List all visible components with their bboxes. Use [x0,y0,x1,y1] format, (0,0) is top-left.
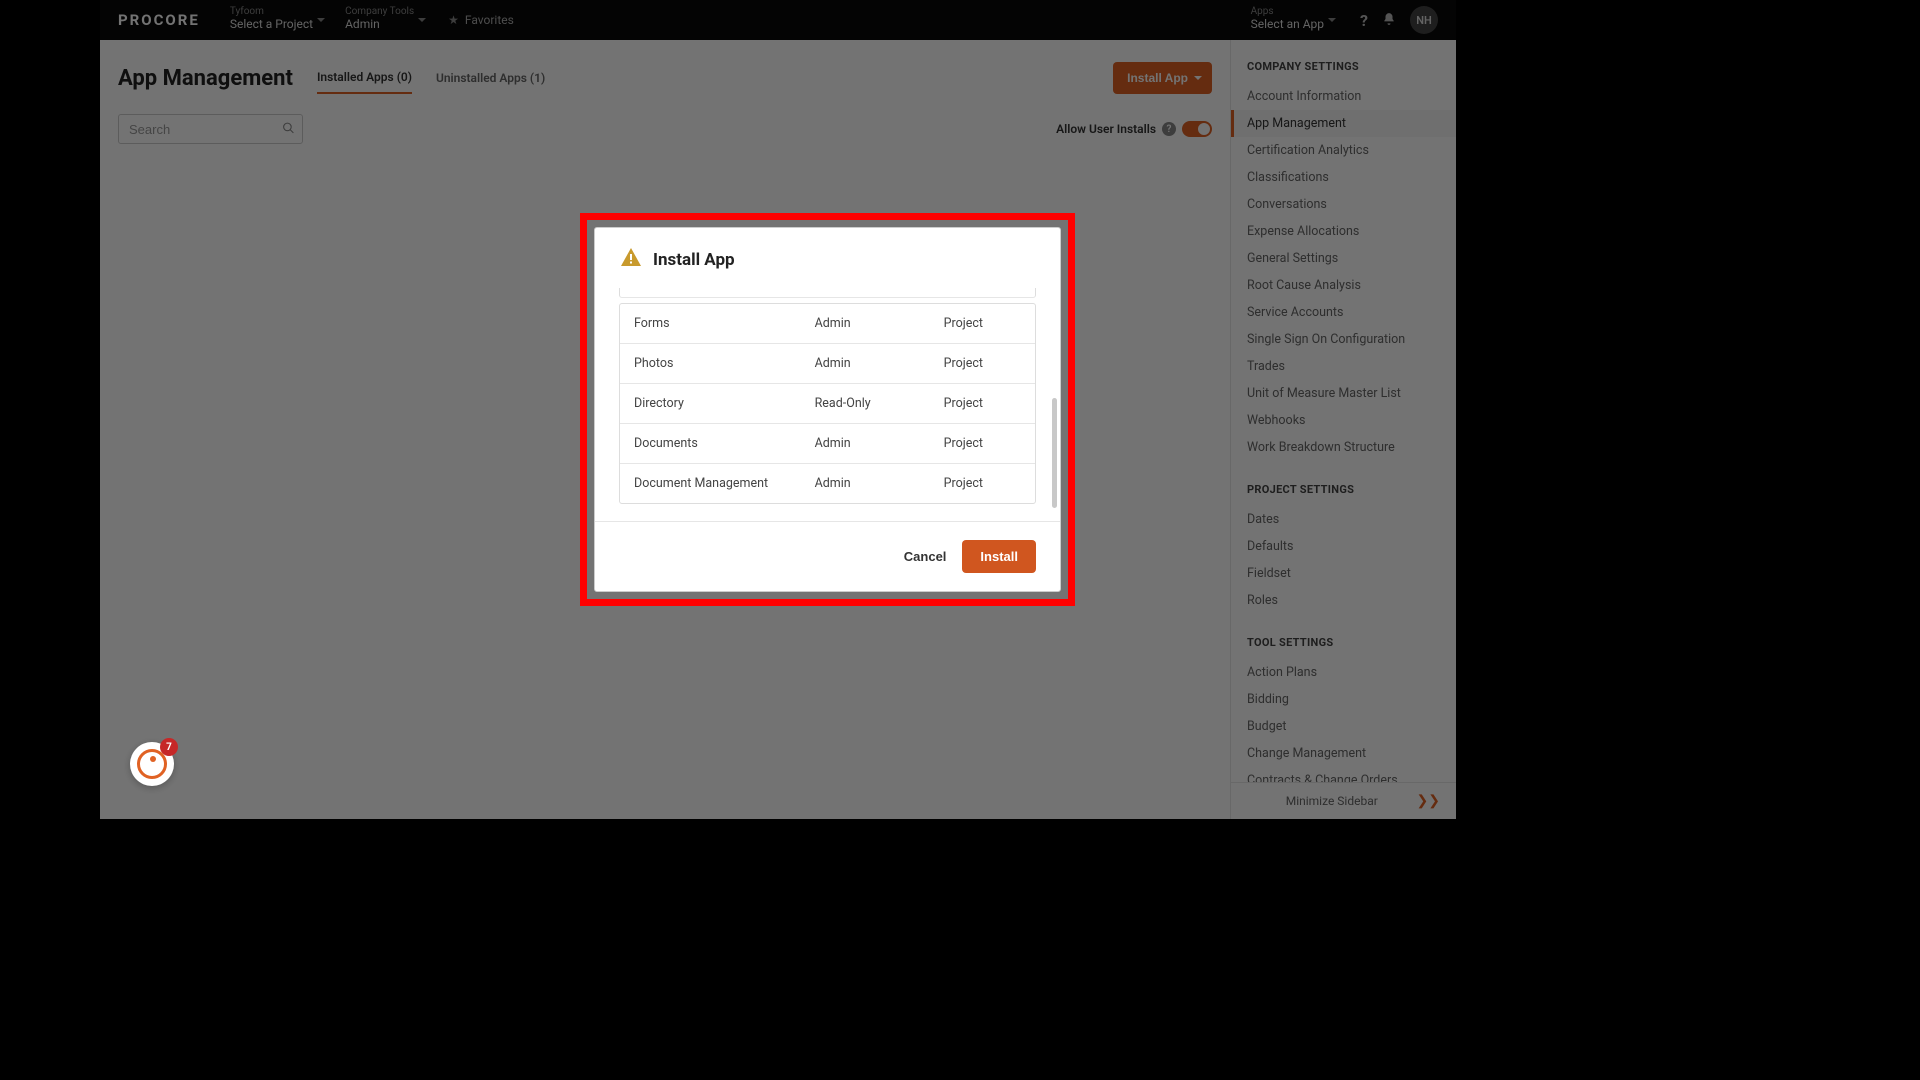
table-row: Document Management Admin Project [620,464,1035,503]
sidebar-item-bidding[interactable]: Bidding [1231,686,1456,713]
modal-header: Install App [595,228,1060,288]
modal-highlight-frame: Install App Forms Admin Project Photos A… [580,213,1075,606]
project-selector-label: Tyfoom [230,7,313,17]
sidebar-heading-tools: TOOL SETTINGS [1231,636,1456,659]
project-selector[interactable]: Tyfoom Select a Project [220,3,331,37]
sidebar-item-trades[interactable]: Trades [1231,353,1456,380]
sidebar-item-conversations[interactable]: Conversations [1231,191,1456,218]
perm-scope: Project [944,356,1021,371]
perm-tool: Document Management [634,476,815,491]
sidebar-item-sso-configuration[interactable]: Single Sign On Configuration [1231,326,1456,353]
sidebar-item-fieldset[interactable]: Fieldset [1231,560,1456,587]
modal-scrollbar[interactable] [1052,398,1057,508]
sidebar-item-wbs[interactable]: Work Breakdown Structure [1231,434,1456,461]
sidebar-heading-project: PROJECT SETTINGS [1231,483,1456,506]
sidebar-item-action-plans[interactable]: Action Plans [1231,659,1456,686]
perm-level: Admin [815,436,944,451]
table-row: Photos Admin Project [620,344,1035,384]
perm-level: Read-Only [815,396,944,411]
company-tools-selector[interactable]: Company Tools Admin [335,3,432,37]
allow-user-installs: Allow User Installs ? [1056,121,1212,137]
page-header: App Management Installed Apps (0) Uninst… [118,62,1212,94]
allow-user-installs-label: Allow User Installs [1056,122,1156,136]
logo: PROCORE [118,11,200,29]
sidebar-item-dates[interactable]: Dates [1231,506,1456,533]
top-nav: PROCORE Tyfoom Select a Project Company … [100,0,1456,40]
sidebar-item-expense-allocations[interactable]: Expense Allocations [1231,218,1456,245]
chevrons-right-icon: ❯❯ [1417,793,1440,809]
company-tools-label: Company Tools [345,7,414,17]
project-selector-value: Select a Project [230,17,313,33]
sidebar-item-defaults[interactable]: Defaults [1231,533,1456,560]
tab-installed-apps[interactable]: Installed Apps (0) [317,62,412,94]
perm-tool: Forms [634,316,815,331]
perm-level: Admin [815,316,944,331]
sidebar-heading-company: COMPANY SETTINGS [1231,60,1456,83]
perm-level: Admin [815,356,944,371]
sidebar-item-webhooks[interactable]: Webhooks [1231,407,1456,434]
star-icon: ★ [448,13,459,27]
apps-selector[interactable]: Apps Select an App [1241,3,1342,37]
help-icon[interactable]: ? [1360,11,1368,30]
search-icon [282,120,295,139]
sidebar-item-root-cause-analysis[interactable]: Root Cause Analysis [1231,272,1456,299]
perm-scope: Project [944,436,1021,451]
perm-scope: Project [944,396,1021,411]
notification-badge: 7 [160,738,178,756]
table-row: Documents Admin Project [620,424,1035,464]
toolbar-row: Allow User Installs ? [118,114,1212,144]
apps-selector-label: Apps [1251,7,1324,17]
perm-tool: Photos [634,356,815,371]
minimize-sidebar[interactable]: Minimize Sidebar ❯❯ [1231,782,1456,819]
warning-icon [619,246,643,274]
tab-uninstalled-apps[interactable]: Uninstalled Apps (1) [436,63,545,93]
sidebar-item-uom-master-list[interactable]: Unit of Measure Master List [1231,380,1456,407]
modal-title: Install App [653,250,735,270]
minimize-sidebar-label: Minimize Sidebar [1286,794,1378,808]
search-input[interactable] [118,114,303,144]
apps-selector-value: Select an App [1251,17,1324,33]
user-avatar[interactable]: NH [1410,6,1438,34]
settings-sidebar: COMPANY SETTINGS Account Information App… [1230,40,1456,819]
sidebar-item-general-settings[interactable]: General Settings [1231,245,1456,272]
page-title: App Management [118,66,293,91]
sidebar-item-budget[interactable]: Budget [1231,713,1456,740]
sidebar-item-account-information[interactable]: Account Information [1231,83,1456,110]
table-row: Directory Read-Only Project [620,384,1035,424]
sidebar-item-change-management[interactable]: Change Management [1231,740,1456,767]
sidebar-item-certification-analytics[interactable]: Certification Analytics [1231,137,1456,164]
modal-scroll-cutoff [619,288,1036,298]
sidebar-item-roles[interactable]: Roles [1231,587,1456,614]
modal-footer: Cancel Install [595,521,1060,591]
perm-tool: Directory [634,396,815,411]
help-widget-bubble[interactable]: 7 [130,742,174,786]
modal-body: Forms Admin Project Photos Admin Project… [595,288,1060,521]
favorites-label: Favorites [465,13,514,27]
install-button[interactable]: Install [962,540,1036,573]
sidebar-item-classifications[interactable]: Classifications [1231,164,1456,191]
favorites-link[interactable]: ★ Favorites [448,13,514,27]
notifications-icon[interactable] [1382,12,1396,29]
perm-tool: Documents [634,436,815,451]
perm-scope: Project [944,476,1021,491]
cancel-button[interactable]: Cancel [904,549,947,564]
search-wrap [118,114,303,144]
perm-level: Admin [815,476,944,491]
sidebar-item-service-accounts[interactable]: Service Accounts [1231,299,1456,326]
install-app-modal: Install App Forms Admin Project Photos A… [594,227,1061,592]
company-tools-value: Admin [345,17,414,33]
perm-scope: Project [944,316,1021,331]
permissions-table: Forms Admin Project Photos Admin Project… [619,303,1036,504]
allow-user-installs-toggle[interactable] [1182,121,1212,137]
sidebar-item-app-management[interactable]: App Management [1231,110,1456,137]
help-tooltip-icon[interactable]: ? [1162,122,1176,136]
table-row: Forms Admin Project [620,304,1035,344]
install-app-button[interactable]: Install App [1113,62,1212,94]
